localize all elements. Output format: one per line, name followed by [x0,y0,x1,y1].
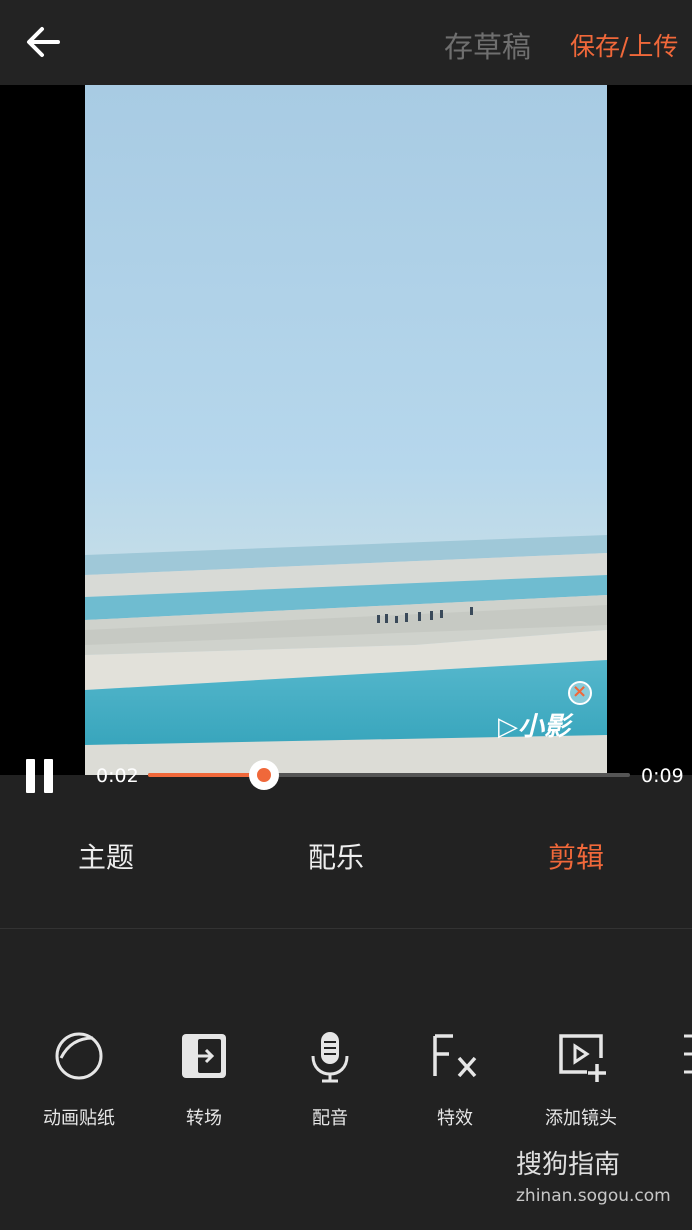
tool-effects[interactable]: 特效 [395,1020,515,1130]
edit-tabs: 主题 配乐 剪辑 [0,800,692,929]
progress-thumb[interactable] [248,760,279,790]
video-frame [85,85,607,775]
tool-transition[interactable]: 转场 [144,1020,264,1130]
fx-icon [433,1034,477,1078]
arrow-left-icon[interactable] [22,22,66,62]
pause-icon[interactable] [26,759,56,793]
tool-add-clip[interactable]: 添加镜头 [521,1020,641,1130]
tab-theme[interactable]: 主题 [78,836,134,876]
top-bar: 存草稿 保存/上传 [0,0,692,85]
watermark-close-icon[interactable]: × [568,681,592,705]
transition-icon [182,1034,226,1078]
tool-label: 特效 [437,1108,473,1129]
video-preview[interactable]: × ▷小影 [0,85,692,775]
sogou-url: zhinan.sogou.com [516,1186,671,1206]
watermark-logo: ▷小影 [498,712,570,742]
sticker-icon [55,1032,103,1080]
tool-voiceover[interactable]: 配音 [270,1020,390,1130]
progress-slider[interactable] [148,760,630,790]
tool-bar: 动画贴纸 转场 配音 特效 添加镜头 [0,1020,692,1150]
tool-label: 转场 [186,1108,222,1129]
current-time: 0:02 [96,765,139,787]
sogou-watermark: 搜狗指南 [516,1150,621,1180]
add-clip-icon [559,1034,606,1082]
tool-sticker[interactable]: 动画贴纸 [19,1020,139,1130]
tool-label: 动画贴纸 [43,1108,115,1129]
progress-fill [148,773,264,777]
total-time: 0:09 [641,765,684,787]
partial-tool-icon[interactable] [682,1032,692,1078]
tool-label: 配音 [312,1108,348,1129]
tab-music[interactable]: 配乐 [308,836,364,876]
tab-edit[interactable]: 剪辑 [548,836,604,876]
microphone-icon [311,1032,349,1083]
save-draft-button[interactable]: 存草稿 [444,24,531,66]
save-upload-button[interactable]: 保存/上传 [570,27,678,63]
tool-label: 添加镜头 [545,1108,617,1129]
